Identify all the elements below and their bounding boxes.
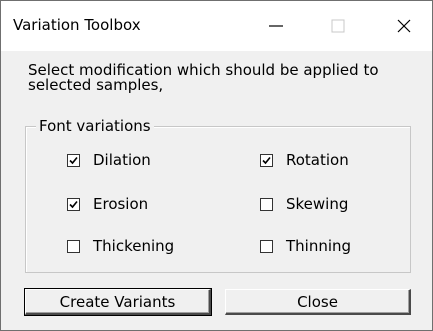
- checkbox-erosion[interactable]: Erosion: [67, 195, 148, 213]
- checkmark-icon: [69, 200, 78, 208]
- checkbox-label: Erosion: [93, 195, 149, 213]
- checkbox-box[interactable]: [260, 153, 273, 167]
- checkbox-label: Rotation: [286, 151, 349, 169]
- checkmark-icon: [69, 156, 78, 164]
- checkbox-skewing[interactable]: Skewing: [260, 195, 348, 213]
- checkbox-box[interactable]: [67, 239, 80, 253]
- checkbox-label: Skewing: [286, 195, 349, 213]
- window-title: Variation Toolbox: [13, 16, 141, 34]
- checkbox-thickening[interactable]: Thickening: [67, 237, 174, 255]
- close-window-button[interactable]: [377, 1, 431, 51]
- checkbox-box[interactable]: [67, 197, 80, 211]
- close-icon: [397, 19, 411, 33]
- minimize-button[interactable]: [249, 1, 303, 51]
- checkbox-box[interactable]: [260, 197, 273, 211]
- checkbox-label: Dilation: [93, 151, 151, 169]
- checkbox-box[interactable]: [260, 239, 273, 253]
- create-variants-button[interactable]: Create Variants: [24, 288, 212, 316]
- maximize-icon: [331, 19, 345, 33]
- checkbox-rotation[interactable]: Rotation: [260, 151, 349, 169]
- checkbox-dilation[interactable]: Dilation: [67, 151, 151, 169]
- minimize-icon: [269, 25, 283, 27]
- checkbox-box[interactable]: [67, 153, 80, 167]
- checkbox-label: Thinning: [286, 237, 352, 255]
- close-button[interactable]: Close: [225, 289, 411, 315]
- font-variations-legend: Font variations: [36, 117, 154, 135]
- instructions-text: Select modification which should be appl…: [28, 61, 379, 94]
- maximize-button[interactable]: [311, 1, 365, 51]
- checkbox-label: Thickening: [93, 237, 175, 255]
- title-bar[interactable]: Variation Toolbox: [1, 1, 432, 51]
- checkmark-icon: [262, 156, 271, 164]
- checkbox-thinning[interactable]: Thinning: [260, 237, 351, 255]
- variation-toolbox-window: Variation Toolbox Select modification wh…: [0, 0, 433, 331]
